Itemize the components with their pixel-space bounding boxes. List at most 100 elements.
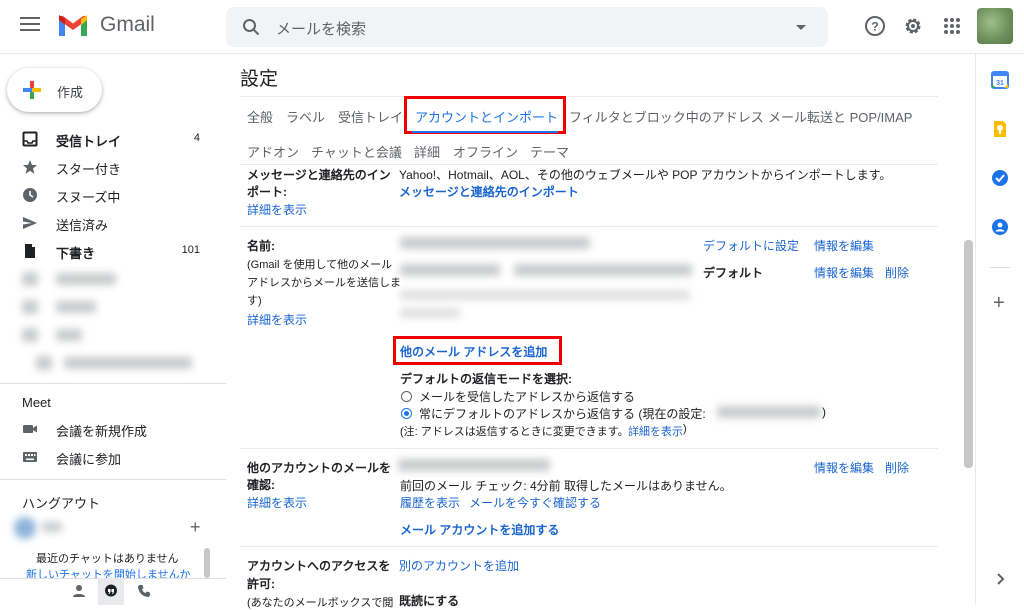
svg-text:31: 31 — [996, 80, 1004, 87]
video-camera-icon — [23, 425, 37, 433]
tab-filters[interactable]: フィルタとブロック中のアドレス — [569, 107, 764, 126]
page-title: 設定 — [240, 69, 279, 90]
account-avatar[interactable] — [977, 8, 1013, 44]
set-default-link[interactable]: デフォルトに設定 — [703, 237, 799, 254]
sidebar-item-inbox[interactable]: 受信トレイ 4 — [0, 125, 222, 153]
person-icon[interactable] — [72, 584, 86, 598]
blurred-label[interactable] — [56, 301, 96, 313]
last-check-status: 前回のメール チェック: 4分前 取得したメールはありません。 — [400, 479, 732, 493]
help-icon[interactable]: ? — [864, 15, 886, 37]
tab-offline[interactable]: オフライン — [453, 142, 518, 161]
tab-accounts-and-import[interactable]: アカウントとインポート — [415, 107, 558, 126]
delete-link[interactable]: 削除 — [885, 264, 909, 281]
sidebar-item-snoozed[interactable]: スヌーズ中 — [0, 181, 222, 209]
delete-link[interactable]: 削除 — [885, 459, 909, 476]
view-history-link[interactable]: 履歴を表示 — [400, 494, 460, 511]
name-sublabel-2: アドレスからメールを送信しま — [247, 277, 401, 289]
search-bar[interactable]: メールを検索 — [226, 7, 828, 47]
get-addons-icon[interactable]: + — [993, 293, 1005, 313]
section-divider — [240, 226, 938, 227]
contacts-icon[interactable] — [991, 218, 1009, 236]
section-divider — [240, 448, 938, 449]
meet-new-meeting[interactable]: 会議を新規作成 — [0, 415, 222, 443]
reply-mode-title: デフォルトの返信モードを選択: — [400, 372, 572, 386]
tab-inbox[interactable]: 受信トレイ — [338, 107, 403, 126]
hangouts-user-name[interactable] — [42, 522, 62, 532]
main-menu-icon[interactable] — [20, 17, 40, 33]
sidebar-item-label: スター付き — [56, 162, 122, 177]
unread-count: 4 — [193, 132, 200, 144]
blurred-label-icon — [22, 328, 38, 342]
hangouts-avatar[interactable] — [14, 517, 36, 539]
check-mail-details-link[interactable]: 詳細を表示 — [247, 494, 307, 511]
compose-button[interactable]: 作成 — [7, 68, 102, 112]
tab-forwarding-pop-imap[interactable]: メール転送と POP/IMAP — [768, 107, 912, 126]
gmail-logo-icon — [59, 15, 87, 36]
tasks-icon[interactable] — [991, 169, 1009, 187]
hangouts-add-icon[interactable]: + — [190, 517, 201, 538]
sidebar-item-label: 送信済み — [56, 218, 109, 233]
star-icon — [23, 160, 37, 174]
sidebar-item-label: 受信トレイ — [56, 134, 122, 149]
sidebar-item-starred[interactable]: スター付き — [0, 153, 222, 181]
phone-icon[interactable] — [137, 584, 151, 598]
add-another-account-link[interactable]: 別のアカウントを追加 — [399, 557, 519, 574]
tab-chat-and-meet[interactable]: チャットと会議 — [311, 142, 402, 161]
tab-themes[interactable]: テーマ — [530, 142, 569, 161]
app-name: Gmail — [100, 13, 155, 36]
compose-plus-icon — [23, 81, 41, 99]
tab-advanced[interactable]: 詳細 — [414, 142, 440, 161]
reply-note-details-link[interactable]: 詳細を表示 — [628, 423, 683, 439]
content-scrollbar[interactable] — [964, 240, 973, 468]
reply-from-received-radio[interactable] — [401, 391, 412, 402]
edit-info-link[interactable]: 情報を編集 — [814, 237, 874, 254]
sidebar-divider — [0, 479, 226, 480]
check-mail-now-link[interactable]: メールを今すぐ確認する — [469, 494, 601, 511]
hangouts-quote-icon[interactable] — [104, 584, 118, 598]
meet-section-title: Meet — [22, 395, 51, 410]
sidebar-item-drafts[interactable]: 下書き 101 — [0, 237, 222, 265]
settings-gear-icon[interactable] — [902, 15, 924, 37]
grant-access-label-cont: 許可: — [247, 577, 275, 591]
tab-general[interactable]: 全般 — [247, 107, 273, 126]
calendar-icon[interactable]: 31 — [991, 71, 1009, 89]
import-messages-contacts-link[interactable]: メッセージと連絡先のインポート — [399, 183, 579, 200]
blurred-sender-address — [514, 264, 692, 276]
add-email-address-link[interactable]: 他のメール アドレスを追加 — [400, 343, 547, 360]
keyboard-icon — [23, 452, 37, 462]
search-icon[interactable] — [242, 18, 260, 36]
import-label-cont: ポート: — [247, 185, 287, 199]
mark-as-read-label: 既読にする — [399, 594, 460, 608]
expand-panel-icon[interactable] — [995, 573, 1005, 585]
search-options-icon[interactable] — [796, 25, 806, 30]
tab-addons[interactable]: アドオン — [247, 142, 299, 161]
default-label: デフォルト — [703, 266, 764, 280]
search-input[interactable]: メールを検索 — [276, 18, 366, 39]
import-details-link[interactable]: 詳細を表示 — [247, 201, 307, 218]
blurred-label[interactable] — [56, 329, 82, 341]
meet-join-meeting[interactable]: 会議に参加 — [0, 443, 222, 471]
blurred-label[interactable] — [64, 357, 192, 369]
edit-info-link[interactable]: 情報を編集 — [814, 264, 874, 281]
name-label: 名前: — [247, 239, 275, 253]
tab-labels[interactable]: ラベル — [286, 107, 325, 126]
name-details-link[interactable]: 詳細を表示 — [247, 311, 307, 328]
reply-from-default-radio[interactable] — [401, 408, 412, 419]
section-divider — [240, 546, 938, 547]
reply-from-default-label[interactable]: 常にデフォルトのアドレスから返信する (現在の設定: — [419, 405, 706, 422]
reply-option2-close: ) — [822, 405, 826, 419]
name-sublabel-3: す) — [247, 295, 262, 307]
blurred-label[interactable] — [56, 273, 116, 285]
edit-info-link[interactable]: 情報を編集 — [814, 459, 874, 476]
clock-icon — [23, 188, 37, 202]
apps-grid-icon[interactable] — [941, 15, 963, 37]
check-mail-label: 他のアカウントのメールを — [247, 461, 392, 475]
keep-icon[interactable] — [991, 120, 1009, 138]
blurred-sender-address — [400, 308, 460, 318]
reply-from-received-label[interactable]: メールを受信したアドレスから返信する — [419, 388, 635, 405]
hangouts-scrollbar[interactable] — [204, 548, 210, 578]
sidebar-item-sent[interactable]: 送信済み — [0, 209, 222, 237]
compose-label: 作成 — [57, 85, 84, 100]
add-mail-account-link[interactable]: メール アカウントを追加する — [400, 521, 559, 538]
blurred-sender-address — [400, 264, 500, 276]
